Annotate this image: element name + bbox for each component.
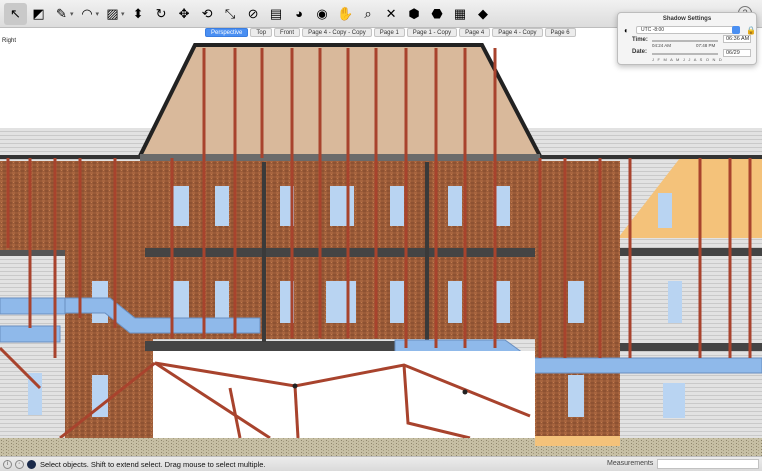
model-viewport[interactable] [0,28,762,456]
move-tool-icon: ✥ [178,5,190,21]
pencil-tool-icon: ✎ [56,5,67,21]
warehouse-tool-button[interactable]: ⬢ [403,3,426,25]
chevron-down-icon[interactable]: ▾ [121,10,125,18]
scene-tab-page-4-copy[interactable]: Page 4 - Copy [492,28,543,37]
rotate-tool-button[interactable]: ⟲ [196,3,219,25]
send-to-layout-button[interactable]: ▦ [449,3,472,25]
chevron-down-icon[interactable]: ▾ [96,10,100,18]
push-pull-tool-icon: ⬍ [132,5,144,21]
status-message: Select objects. Shift to extend select. … [40,459,266,469]
orbit-tool-icon: ◉ [316,5,328,21]
zoom-extents-tool-button[interactable]: ✕ [380,3,403,25]
text-tool-icon: ▤ [269,5,283,21]
scene-tabs: Perspective Top Front Page 4 - Copy - Copy P… [205,28,576,38]
extension-warehouse-button[interactable]: ⬣ [426,3,449,25]
extension-warehouse-icon: ⬣ [431,5,443,21]
date-field[interactable]: 06/29 [723,49,751,57]
time-end: 07:48 PM [696,43,716,48]
view-label: Right [2,38,17,44]
rotate-tool-icon: ⟲ [201,5,213,21]
info-icon[interactable]: i [3,459,12,469]
pan-tool-icon: ✋ [336,5,354,21]
measurements-input[interactable] [657,459,759,469]
orbit-tool-button[interactable]: ◉ [311,3,334,25]
paint-bucket-tool-button[interactable]: ◕ [288,3,311,25]
push-pull-tool-button[interactable]: ⬍ [127,3,150,25]
months-scale: J F M A M J J A S O N D [652,57,723,62]
warehouse-tool-icon: ⬢ [408,5,420,21]
shadow-toggle-icon[interactable]: ◐ [624,26,629,35]
date-label: Date: [632,49,648,55]
offset-tool-button[interactable]: ↻ [150,3,173,25]
date-slider[interactable] [652,53,718,55]
eraser-tool-button[interactable]: ◩ [27,3,50,25]
scene-tab-page-1-copy[interactable]: Page 1 - Copy [406,28,458,37]
scale-tool-button[interactable]: ⤡ [219,3,242,25]
time-start: 04:24 AM [652,43,672,48]
measurements-label: Measurements [607,460,654,467]
sketchup-window: ↖◩✎▾◠▾▨▾⬍↻✥⟲⤡⊘▤◕◉✋⌕✕⬢⬣▦◆ ? [0,0,762,471]
zoom-tool-icon: ⌕ [364,5,372,21]
scene-tab-page-1[interactable]: Page 1 [373,28,405,37]
shadow-settings-title: Shadow Settings [662,16,712,22]
ground-gravel [0,438,762,456]
scale-tool-icon: ⤡ [224,5,236,21]
select-tool-button[interactable]: ↖ [4,2,27,25]
shadow-settings-panel: Shadow Settings ◐ UTC -8:00 🔒 Time: 04:2… [617,12,757,65]
scene-tab-page-6[interactable]: Page 6 [544,28,576,37]
time-field[interactable]: 06:36 AM [723,35,751,43]
arc-tool-icon: ◠ [81,5,93,21]
move-tool-button[interactable]: ✥ [173,3,196,25]
pan-tool-button[interactable]: ✋ [334,3,357,25]
geo-location-icon[interactable]: ◦ [15,459,24,469]
timezone-value: UTC -8:00 [641,27,665,33]
chevron-down-icon[interactable]: ▾ [70,10,74,18]
paint-bucket-tool-icon: ◕ [295,6,303,21]
send-to-layout-icon: ▦ [453,5,467,21]
time-label: Time: [632,37,648,43]
offset-tool-icon: ↻ [155,5,167,21]
status-bar: i ◦ Select objects. Shift to extend sele… [0,456,762,471]
extension-manager-button[interactable]: ◆ [472,3,495,25]
select-tool-icon: ↖ [10,5,21,21]
text-tool-button[interactable]: ▤ [265,3,288,25]
credits-icon[interactable] [27,459,36,469]
scene-tab-page-4[interactable]: Page 4 [459,28,491,37]
scene-tab-page-4-copy-copy[interactable]: Page 4 - Copy - Copy [302,28,372,37]
roof [140,45,540,156]
tape-measure-tool-button[interactable]: ⊘ [242,3,265,25]
scene-tab-front[interactable]: Front [274,28,301,37]
shape-tool-icon: ▨ [106,5,119,21]
time-slider[interactable] [652,40,718,42]
eraser-tool-icon: ◩ [32,5,45,21]
chevron-down-icon[interactable] [732,26,740,34]
lock-icon[interactable]: 🔒 [746,26,756,35]
building-model-drawing [0,43,762,456]
scene-tab-perspective[interactable]: Perspective [205,28,249,37]
extension-manager-icon: ◆ [478,5,489,21]
scene-tab-top[interactable]: Top [250,28,273,37]
timezone-select[interactable]: UTC -8:00 [636,26,740,34]
zoom-extents-tool-icon: ✕ [385,5,397,21]
zoom-tool-button[interactable]: ⌕ [357,3,380,25]
tape-measure-tool-icon: ⊘ [247,5,259,21]
